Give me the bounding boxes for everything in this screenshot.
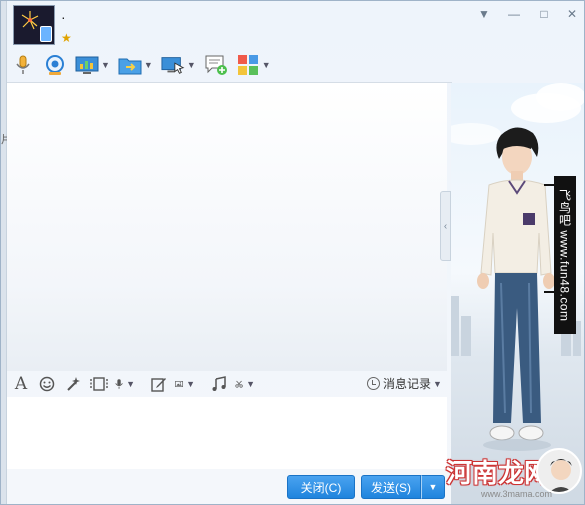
menu-dropdown-icon[interactable]: ▼ [476, 7, 492, 21]
watermark-logo-text: 河南龙网 [446, 458, 551, 488]
emoji-icon[interactable] [37, 374, 57, 394]
apps-button[interactable]: ▼ [236, 52, 271, 78]
city-building [461, 316, 471, 356]
mobile-status-icon [40, 26, 52, 42]
image-icon[interactable]: ▼ [175, 374, 195, 394]
message-input-area[interactable] [7, 397, 447, 469]
scissors-icon[interactable]: ▼ [235, 374, 255, 394]
video-call-button[interactable] [43, 52, 67, 78]
send-button[interactable]: 发送(S) [361, 475, 421, 499]
voice-call-button[interactable] [11, 52, 35, 78]
chevron-down-icon[interactable]: ▼ [101, 60, 110, 70]
clock-icon [367, 377, 380, 390]
message-history-button[interactable]: 消息记录 ▼ [367, 375, 442, 392]
chevron-down-icon[interactable]: ▼ [246, 379, 255, 389]
watermark-url-text: www.3mama.com [481, 489, 553, 499]
chevron-down-icon[interactable]: ▼ [126, 379, 135, 389]
star-icon[interactable]: ★ [61, 31, 72, 45]
file-transfer-icon [118, 54, 142, 76]
film-icon[interactable] [89, 374, 109, 394]
chevron-down-icon[interactable]: ▼ [433, 379, 442, 389]
remote-desktop-button[interactable]: ▼ [161, 52, 196, 78]
watermark-vertical-text: 飞鸟吧 www.fun48.com [554, 176, 576, 334]
music-icon[interactable] [209, 374, 229, 394]
magic-wand-icon[interactable] [63, 374, 83, 394]
chat-window: 片 · ★ ▼ — □ ✕ [0, 0, 585, 505]
app-share-button[interactable]: ▼ [75, 52, 110, 78]
chevron-down-icon[interactable]: ▼ [144, 60, 153, 70]
message-history-area[interactable] [7, 83, 447, 371]
chevron-down-icon[interactable]: ▼ [187, 60, 196, 70]
file-transfer-button[interactable]: ▼ [118, 52, 153, 78]
create-discussion-button[interactable] [204, 52, 228, 78]
firework-icon [21, 11, 39, 30]
font-icon[interactable]: A [11, 374, 31, 394]
top-toolbar: ▼ ▼ ▼ ▼ [11, 51, 279, 79]
voice-icon[interactable]: ▼ [115, 374, 135, 394]
contact-name[interactable]: · [61, 9, 66, 25]
cloud-shape [536, 83, 584, 111]
collapse-panel-handle[interactable]: ‹ [440, 191, 451, 261]
chevron-down-icon[interactable]: ▼ [262, 60, 271, 70]
webcam-icon [43, 54, 67, 76]
watermark-avatar [536, 448, 582, 494]
close-window-button[interactable]: ✕ [564, 7, 580, 21]
avatar-character [477, 127, 555, 451]
apps-grid-icon [236, 54, 260, 76]
city-building [451, 296, 459, 356]
minimize-button[interactable]: — [506, 7, 522, 21]
microphone-icon [11, 54, 35, 76]
send-options-dropdown[interactable]: ▼ [421, 475, 445, 499]
maximize-button[interactable]: □ [536, 7, 552, 21]
app-share-icon [75, 54, 99, 76]
edit-icon[interactable] [149, 374, 169, 394]
contact-avatar[interactable] [13, 5, 55, 45]
remote-desktop-icon [161, 54, 185, 76]
chevron-down-icon[interactable]: ▼ [186, 379, 195, 389]
create-discussion-icon [204, 54, 228, 76]
close-button[interactable]: 关闭(C) [287, 475, 355, 499]
history-label: 消息记录 [383, 377, 432, 391]
